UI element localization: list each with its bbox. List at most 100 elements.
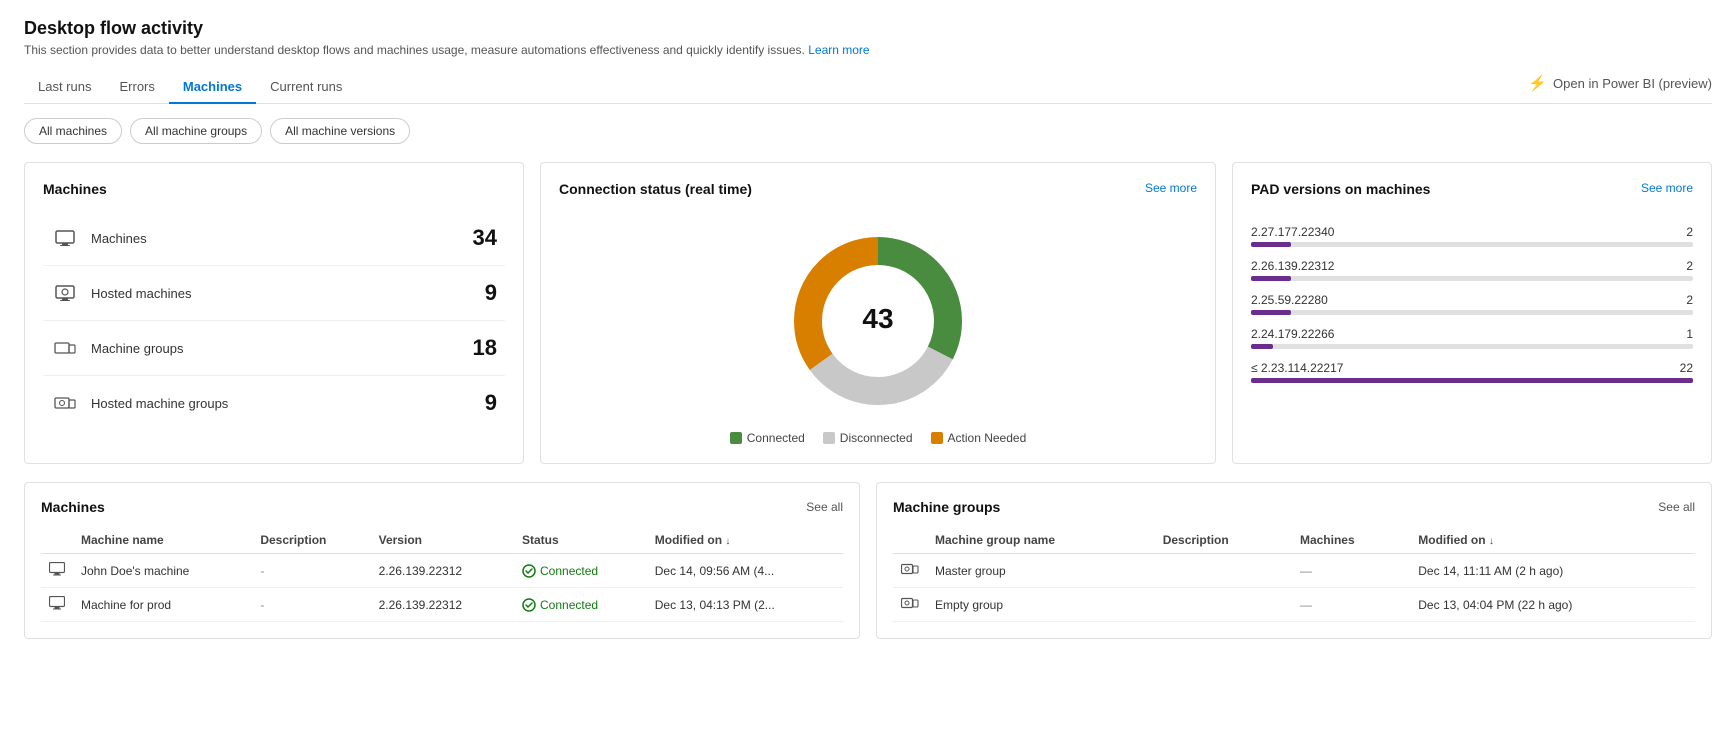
filter-all-machine-versions[interactable]: All machine versions (270, 118, 410, 144)
machines-card: Machines Machines 34 Hosted machines 9 (24, 162, 524, 464)
hosted-machine-group-icon (51, 395, 79, 411)
col-machines-header[interactable]: Machines (1292, 527, 1410, 554)
table-row[interactable]: Empty group — Dec 13, 04:04 PM (22 h ago… (893, 588, 1695, 622)
row-icon-cell (41, 554, 73, 588)
connection-status-card: Connection status (real time) See more 4… (540, 162, 1216, 464)
filter-all-machines[interactable]: All machines (24, 118, 122, 144)
machine-groups-table-header: Machine groups See all (893, 499, 1695, 515)
pad-bar-2 (1251, 310, 1291, 315)
sort-icon: ↓ (725, 536, 730, 547)
page-title: Desktop flow activity (24, 18, 1712, 39)
machine-icon (51, 230, 79, 246)
connection-status-title: Connection status (real time) (559, 181, 752, 197)
machines-label: Machines (91, 231, 473, 246)
legend-connected: Connected (730, 431, 805, 445)
donut-chart: 43 (778, 221, 978, 421)
row-description (1155, 588, 1292, 622)
machines-card-title: Machines (43, 181, 505, 197)
row-description: - (252, 554, 370, 588)
col-description-header[interactable]: Description (252, 527, 370, 554)
tabs-container: Last runs Errors Machines Current runs (24, 71, 356, 103)
row-description: - (252, 588, 370, 622)
table-row[interactable]: Machine for prod - 2.26.139.22312 Connec… (41, 588, 843, 622)
sort-icon: ↓ (1489, 536, 1494, 547)
col-modified-on-header[interactable]: Modified on ↓ (1410, 527, 1695, 554)
col-description-header[interactable]: Description (1155, 527, 1292, 554)
machine-groups-table-card: Machine groups See all Machine group nam… (876, 482, 1712, 639)
row-icon-cell (893, 554, 927, 588)
row-machines: — (1292, 588, 1410, 622)
page-container: Desktop flow activity This section provi… (0, 0, 1736, 657)
table-row[interactable]: Master group — Dec 14, 11:11 AM (2 h ago… (893, 554, 1695, 588)
row-description (1155, 554, 1292, 588)
filter-row: All machines All machine groups All mach… (24, 118, 1712, 144)
machine-groups-count: 18 (473, 335, 497, 361)
pad-versions-card: PAD versions on machines See more 2.27.1… (1232, 162, 1712, 464)
legend-disconnected-dot (823, 432, 835, 444)
col-group-name-header[interactable]: Machine group name (927, 527, 1155, 554)
filter-all-machine-groups[interactable]: All machine groups (130, 118, 262, 144)
pad-bar-3 (1251, 344, 1273, 349)
powerbi-icon: ⚡ (1528, 74, 1547, 92)
col-modified-on-header[interactable]: Modified on ↓ (647, 527, 843, 554)
donut-total-label: 43 (862, 303, 893, 334)
row-version: 2.26.139.22312 (371, 554, 514, 588)
col-status-header[interactable]: Status (514, 527, 647, 554)
pad-bar-0 (1251, 242, 1291, 247)
tables-row: Machines See all Machine name Descriptio… (24, 482, 1712, 639)
row-modified-on: Dec 13, 04:04 PM (22 h ago) (1410, 588, 1695, 622)
legend-connected-dot (730, 432, 742, 444)
hosted-machines-label: Hosted machines (91, 286, 485, 301)
pad-bar-1 (1251, 276, 1291, 281)
machines-table-header: Machines See all (41, 499, 843, 515)
machines-table-card: Machines See all Machine name Descriptio… (24, 482, 860, 639)
learn-more-link[interactable]: Learn more (808, 43, 869, 57)
page-subtitle: This section provides data to better und… (24, 43, 1712, 57)
pad-bar-4 (1251, 378, 1693, 383)
status-connected-badge: Connected (522, 598, 639, 612)
col-version-header[interactable]: Version (371, 527, 514, 554)
row-machines: — (1292, 554, 1410, 588)
machines-row[interactable]: Machines 34 (43, 211, 505, 266)
table-row[interactable]: John Doe's machine - 2.26.139.22312 Conn… (41, 554, 843, 588)
legend-disconnected: Disconnected (823, 431, 913, 445)
pad-versions-title: PAD versions on machines (1251, 181, 1430, 197)
tab-last-runs[interactable]: Last runs (24, 71, 105, 104)
hosted-machine-groups-row[interactable]: Hosted machine groups 9 (43, 376, 505, 430)
chart-legend: Connected Disconnected Action Needed (730, 431, 1027, 445)
pad-see-more-link[interactable]: See more (1641, 181, 1693, 195)
pad-version-row-2: 2.25.59.22280 2 (1251, 293, 1693, 315)
row-group-name: Empty group (927, 588, 1155, 622)
machines-see-all[interactable]: See all (806, 500, 843, 514)
legend-action-needed: Action Needed (931, 431, 1027, 445)
hosted-machines-row[interactable]: Hosted machines 9 (43, 266, 505, 321)
row-modified-on: Dec 13, 04:13 PM (2... (647, 588, 843, 622)
machine-groups-row[interactable]: Machine groups 18 (43, 321, 505, 376)
row-icon-cell (893, 588, 927, 622)
machines-table: Machine name Description Version Status … (41, 527, 843, 622)
pad-version-row-3: 2.24.179.22266 1 (1251, 327, 1693, 349)
pad-version-list: 2.27.177.22340 2 2.26.139.22312 2 2.25.5… (1251, 225, 1693, 383)
row-status: Connected (514, 554, 647, 588)
tab-current-runs[interactable]: Current runs (256, 71, 356, 104)
row-icon-cell (41, 588, 73, 622)
tabs-row: Last runs Errors Machines Current runs ⚡… (24, 71, 1712, 104)
pad-version-row-0: 2.27.177.22340 2 (1251, 225, 1693, 247)
donut-container: 43 Connected Disconnected Action Needed (559, 221, 1197, 445)
machine-groups-see-all[interactable]: See all (1658, 500, 1695, 514)
hosted-machines-count: 9 (485, 280, 497, 306)
row-status: Connected (514, 588, 647, 622)
connection-card-header: Connection status (real time) See more (559, 181, 1197, 211)
machine-groups-table-title: Machine groups (893, 499, 1000, 515)
col-machine-name-header[interactable]: Machine name (73, 527, 252, 554)
row-machine-name: Machine for prod (73, 588, 252, 622)
row-modified-on: Dec 14, 09:56 AM (4... (647, 554, 843, 588)
tab-machines[interactable]: Machines (169, 71, 256, 104)
pad-version-row-1: 2.26.139.22312 2 (1251, 259, 1693, 281)
machine-groups-table: Machine group name Description Machines … (893, 527, 1695, 622)
tab-errors[interactable]: Errors (105, 71, 168, 104)
machine-groups-label: Machine groups (91, 341, 473, 356)
connection-see-more-link[interactable]: See more (1145, 181, 1197, 195)
row-modified-on: Dec 14, 11:11 AM (2 h ago) (1410, 554, 1695, 588)
open-powerbi-button[interactable]: ⚡ Open in Power BI (preview) (1528, 74, 1712, 100)
